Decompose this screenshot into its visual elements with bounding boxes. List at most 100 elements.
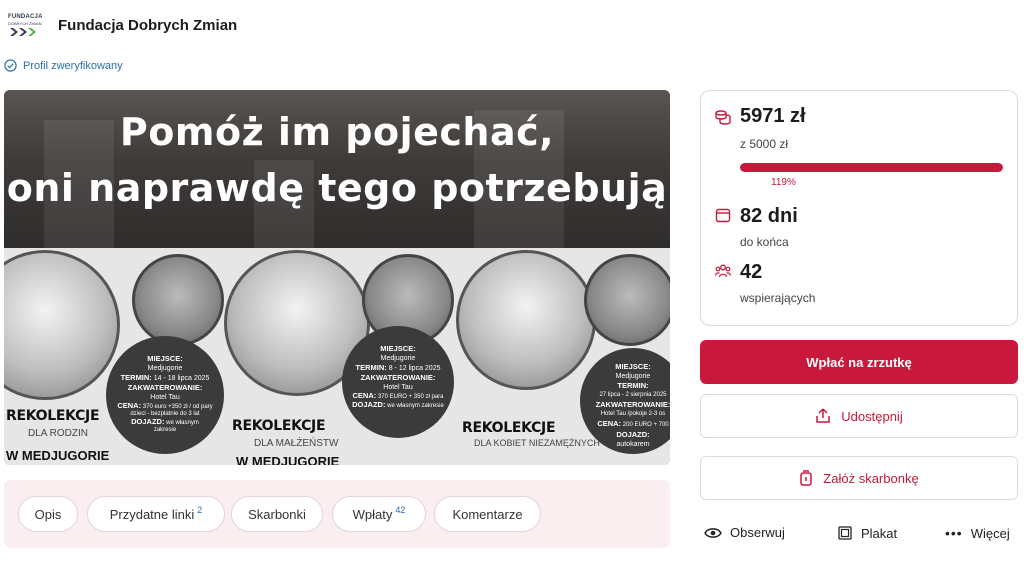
hero-banner: Pomóż im pojechać, oni naprawdę tego pot… — [4, 90, 670, 248]
travel-value: we własnym zakresie — [387, 403, 444, 409]
stay-label: ZAKWATEROWANIE: — [595, 400, 670, 409]
woman-photo — [584, 254, 670, 346]
place-value: Medjugorie — [615, 373, 651, 380]
retreat-audience: DLA KOBIET NIEZAMĘŻNYCH — [474, 438, 600, 448]
more-label: Więcej — [970, 525, 1010, 541]
price-label: CENA: — [117, 401, 142, 410]
hero-title-line-2: oni naprawdę tego potrzebują — [6, 166, 668, 210]
piggy-bank-icon — [800, 470, 813, 486]
term-label: TERMIN: — [617, 381, 649, 390]
logo-text-top: FUNDACJA — [8, 14, 43, 20]
portrait-image — [4, 250, 120, 400]
term-value: 27 lipca - 2 sierpnia 2025 — [599, 392, 667, 398]
term-value: 14 - 18 lipca 2025 — [153, 375, 210, 382]
people-icon — [715, 264, 731, 278]
price-label: CENA: — [352, 391, 377, 400]
term-label: TERMIN: — [355, 363, 387, 372]
tab-count: 42 — [395, 505, 406, 515]
poster-panel: MIEJSCE: Medjugorie TERMIN: 27 lipca - 2… — [454, 248, 670, 465]
donate-button-label: Wpłać na zrzutkę — [806, 354, 912, 370]
create-piggy-bank-label: Załóż skarbonkę — [823, 470, 919, 486]
organizer-name[interactable]: Fundacja Dobrych Zmian — [58, 17, 237, 34]
price-value: 370 EURO + 350 zł para — [377, 394, 444, 400]
portrait-image — [456, 250, 596, 390]
create-piggy-bank-button[interactable]: Załóż skarbonkę — [700, 456, 1018, 500]
progress-bar-fill — [740, 163, 1003, 172]
share-icon — [816, 408, 831, 423]
hero-title: Pomóż im pojechać, oni naprawdę tego pot… — [4, 104, 670, 216]
stay-label: ZAKWATEROWANIE: — [360, 373, 436, 382]
tab-piggy-banks[interactable]: Skarbonki — [231, 496, 323, 532]
amount-raised: 5971 zł — [740, 105, 806, 127]
place-value: Medjugorie — [147, 365, 183, 372]
tab-label: Opis — [34, 506, 62, 522]
eye-icon — [704, 527, 722, 538]
organizer-logo: FUNDACJA DOBRYCH ZMIAN — [4, 10, 44, 40]
follow-label: Obserwuj — [730, 525, 785, 540]
more-button[interactable]: ••• Więcej — [945, 525, 1010, 541]
tab-label: Skarbonki — [248, 506, 306, 522]
family-photo — [132, 254, 224, 346]
share-button[interactable]: Udostępnij — [700, 394, 1018, 438]
travel-label: DOJAZD: — [616, 430, 650, 439]
retreat-title: REKOLEKCJE — [462, 420, 556, 436]
poster-panel: MIEJSCE: Medjugorie TERMIN: 14 - 18 lipc… — [4, 248, 224, 465]
tab-label: Przydatne linki — [109, 506, 195, 522]
poster-info: MIEJSCE: Medjugorie TERMIN: 14 - 18 lipc… — [106, 336, 224, 454]
progress-bar — [740, 163, 1003, 172]
place-label: MIEJSCE: — [380, 344, 416, 353]
poster-collage: MIEJSCE: Medjugorie TERMIN: 14 - 18 lipc… — [4, 248, 670, 465]
fundraiser-stats-card: 5971 zł z 5000 zł 119% 82 dni do końca 4… — [700, 90, 1018, 326]
goal-amount: z 5000 zł — [740, 137, 789, 151]
campaign-hero-image[interactable]: Pomóż im pojechać, oni naprawdę tego pot… — [4, 90, 670, 465]
term-label: TERMIN: — [120, 373, 152, 382]
secondary-actions: Obserwuj Plakat ••• Więcej — [700, 525, 1024, 545]
calendar-icon — [715, 208, 731, 223]
tab-description[interactable]: Opis — [18, 496, 78, 532]
tab-count: 2 — [197, 505, 203, 515]
term-value: 8 - 12 lipca 2025 — [388, 365, 441, 372]
progress-percent: 119% — [771, 177, 796, 188]
verified-label: Profil zweryfikowany — [23, 59, 123, 72]
poster-button[interactable]: Plakat — [837, 525, 897, 541]
poster-label: Plakat — [861, 525, 898, 541]
logo-chevron-icon — [28, 28, 36, 36]
tab-comments[interactable]: Komentarze — [434, 496, 541, 532]
retreat-title: REKOLEKCJE — [6, 408, 100, 424]
retreat-title: REKOLEKCJE — [232, 418, 326, 434]
travel-label: DOJAZD: — [352, 400, 386, 409]
hero-title-line-1: Pomóż im pojechać, — [119, 110, 555, 154]
verified-profile: Profil zweryfikowany — [4, 59, 123, 72]
retreat-audience: DLA MAŁŻEŃSTW — [254, 438, 339, 449]
share-button-label: Udostępnij — [841, 408, 903, 424]
tab-label: Wpłaty — [352, 506, 393, 522]
price-label: CENA: — [597, 419, 622, 428]
supporters-label: wspierających — [740, 291, 816, 305]
place-label: MIEJSCE: — [615, 362, 651, 371]
poster-icon — [838, 526, 852, 540]
place-value: Medjugorie — [380, 355, 416, 362]
days-left-label: do końca — [740, 235, 789, 249]
stay-label: ZAKWATEROWANIE: — [127, 383, 203, 392]
more-dots-icon: ••• — [945, 525, 963, 541]
price-value: 200 EURO + 700 — [622, 422, 669, 428]
poster-panel: MIEJSCE: Medjugorie TERMIN: 8 - 12 lipca… — [224, 248, 454, 465]
donate-button[interactable]: Wpłać na zrzutkę — [700, 340, 1018, 384]
tab-label: Komentarze — [452, 506, 523, 522]
retreat-location: W MEDJUGORIE — [6, 448, 110, 463]
retreat-location: W MEDJUGORIE — [236, 454, 340, 465]
tab-payments[interactable]: Wpłaty 42 — [332, 496, 426, 532]
follow-button[interactable]: Obserwuj — [704, 525, 785, 540]
section-tabs: Opis Przydatne linki 2 Skarbonki Wpłaty 42… — [4, 480, 670, 548]
organizer-header[interactable]: FUNDACJA DOBRYCH ZMIAN Fundacja Dobrych … — [4, 10, 237, 40]
stay-value: Hotel Tau /pokoje 2-3 os — [600, 411, 666, 417]
travel-label: DOJAZD: — [131, 417, 165, 426]
days-left: 82 dni — [740, 205, 798, 227]
supporters-count: 42 — [740, 261, 763, 283]
poster-info: MIEJSCE: Medjugorie TERMIN: 8 - 12 lipca… — [342, 326, 454, 438]
price-value: 370 euro +350 zł / od pary dzieci - bezp… — [130, 404, 213, 417]
logo-text-bottom: DOBRYCH ZMIAN — [8, 21, 42, 26]
tab-useful-links[interactable]: Przydatne linki 2 — [87, 496, 225, 532]
place-label: MIEJSCE: — [147, 354, 183, 363]
retreat-audience: DLA RODZIN — [28, 428, 89, 439]
